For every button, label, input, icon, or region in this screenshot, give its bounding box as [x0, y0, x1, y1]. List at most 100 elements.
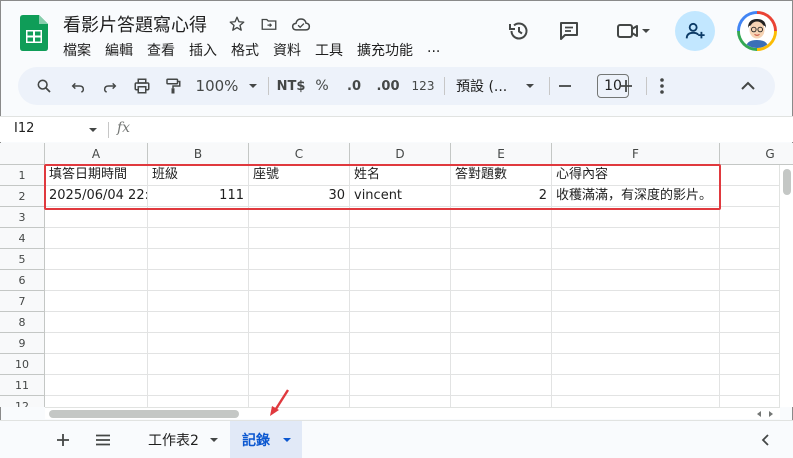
- row-header[interactable]: 3: [0, 207, 45, 228]
- grid-cell[interactable]: [148, 333, 249, 354]
- decrease-font-size-button[interactable]: [554, 67, 576, 105]
- undo-icon[interactable]: [66, 67, 90, 105]
- grid-cell[interactable]: [249, 228, 350, 249]
- scroll-right-icon[interactable]: [767, 410, 775, 418]
- menu-tools[interactable]: 工具: [315, 40, 343, 60]
- grid-cell[interactable]: [552, 270, 720, 291]
- grid-cell[interactable]: [249, 270, 350, 291]
- grid-cell[interactable]: [249, 207, 350, 228]
- grid-cell[interactable]: [350, 312, 451, 333]
- grid-cell[interactable]: [350, 291, 451, 312]
- menu-file[interactable]: 檔案: [63, 40, 91, 60]
- grid-cell[interactable]: [148, 249, 249, 270]
- grid-cell[interactable]: [451, 270, 552, 291]
- name-box[interactable]: I12: [14, 121, 34, 136]
- grid-cell[interactable]: [350, 375, 451, 396]
- search-icon[interactable]: [32, 67, 56, 105]
- row-header[interactable]: 5: [0, 249, 45, 270]
- row-header[interactable]: 10: [0, 354, 45, 375]
- grid-cell[interactable]: [451, 207, 552, 228]
- grid-cell[interactable]: [552, 396, 720, 407]
- grid-cell[interactable]: [148, 396, 249, 407]
- row-header[interactable]: 6: [0, 270, 45, 291]
- grid-cell[interactable]: [249, 312, 350, 333]
- grid-cell[interactable]: [552, 312, 720, 333]
- star-icon[interactable]: [226, 13, 248, 35]
- decrease-decimal-button[interactable]: .0: [340, 67, 368, 105]
- grid-cell[interactable]: [249, 375, 350, 396]
- row-header[interactable]: 7: [0, 291, 45, 312]
- grid-cell[interactable]: [552, 228, 720, 249]
- all-sheets-button[interactable]: [92, 421, 114, 458]
- grid-cell[interactable]: [249, 396, 350, 407]
- grid-cell[interactable]: [451, 354, 552, 375]
- column-header-b[interactable]: B: [148, 143, 249, 165]
- scroll-left-icon[interactable]: [755, 410, 763, 418]
- add-sheet-button[interactable]: [52, 421, 74, 458]
- grid-cell[interactable]: [552, 333, 720, 354]
- zoom-select[interactable]: 100%: [194, 67, 260, 105]
- grid-cell[interactable]: [451, 228, 552, 249]
- row-header[interactable]: 9: [0, 333, 45, 354]
- print-icon[interactable]: [130, 67, 154, 105]
- paint-format-icon[interactable]: [161, 67, 185, 105]
- comment-icon[interactable]: [553, 15, 585, 47]
- sheet-tab-sheet2[interactable]: 工作表2: [134, 421, 226, 458]
- menu-more[interactable]: ...: [427, 40, 440, 60]
- menu-edit[interactable]: 編輯: [105, 40, 133, 60]
- grid-cell[interactable]: [249, 354, 350, 375]
- grid-cell[interactable]: [45, 354, 148, 375]
- font-select[interactable]: 預設 (...: [452, 67, 542, 105]
- grid-cell[interactable]: [552, 354, 720, 375]
- history-icon[interactable]: [503, 15, 535, 47]
- grid-cell[interactable]: [249, 333, 350, 354]
- column-header-d[interactable]: D: [350, 143, 451, 165]
- video-call-button[interactable]: [608, 15, 658, 47]
- avatar[interactable]: [737, 11, 777, 51]
- column-header-e[interactable]: E: [451, 143, 552, 165]
- share-button[interactable]: [675, 11, 715, 51]
- horizontal-scrollbar[interactable]: [45, 407, 780, 419]
- grid-cell[interactable]: [148, 207, 249, 228]
- row-header[interactable]: 12: [0, 396, 45, 407]
- document-title[interactable]: 看影片答題寫心得: [63, 11, 207, 37]
- grid-cell[interactable]: [45, 333, 148, 354]
- column-header-a[interactable]: A: [45, 143, 148, 165]
- select-all-corner[interactable]: [0, 143, 45, 165]
- grid-cell[interactable]: [148, 312, 249, 333]
- menu-extensions[interactable]: 擴充功能: [357, 40, 413, 60]
- grid-cell[interactable]: [45, 396, 148, 407]
- grid-cell[interactable]: [148, 291, 249, 312]
- menu-insert[interactable]: 插入: [189, 40, 217, 60]
- grid-cell[interactable]: [451, 291, 552, 312]
- grid-cell[interactable]: [148, 270, 249, 291]
- grid-cell[interactable]: [45, 291, 148, 312]
- grid-cell[interactable]: [451, 333, 552, 354]
- grid-cell[interactable]: [350, 333, 451, 354]
- column-header-f[interactable]: F: [552, 143, 720, 165]
- grid-cell[interactable]: [148, 228, 249, 249]
- grid-cell[interactable]: [148, 354, 249, 375]
- grid-cell[interactable]: [350, 396, 451, 407]
- row-header[interactable]: 1: [0, 165, 45, 186]
- grid-cell[interactable]: [350, 270, 451, 291]
- chevron-left-icon[interactable]: [758, 421, 772, 458]
- sheets-logo-icon[interactable]: [20, 15, 48, 51]
- grid-cell[interactable]: [552, 375, 720, 396]
- grid-cell[interactable]: [249, 291, 350, 312]
- increase-font-size-button[interactable]: [615, 67, 637, 105]
- menu-format[interactable]: 格式: [231, 40, 259, 60]
- grid-cell[interactable]: [249, 249, 350, 270]
- grid-cell[interactable]: [451, 375, 552, 396]
- formula-input[interactable]: [140, 119, 780, 141]
- grid-cell[interactable]: [45, 228, 148, 249]
- percent-format-button[interactable]: %: [312, 67, 332, 105]
- column-header-c[interactable]: C: [249, 143, 350, 165]
- grid-cell[interactable]: [45, 249, 148, 270]
- grid-cell[interactable]: [350, 228, 451, 249]
- menu-data[interactable]: 資料: [273, 40, 301, 60]
- column-header-g[interactable]: G: [720, 143, 793, 165]
- grid-cell[interactable]: [45, 207, 148, 228]
- grid-cell[interactable]: [451, 396, 552, 407]
- menu-view[interactable]: 查看: [147, 40, 175, 60]
